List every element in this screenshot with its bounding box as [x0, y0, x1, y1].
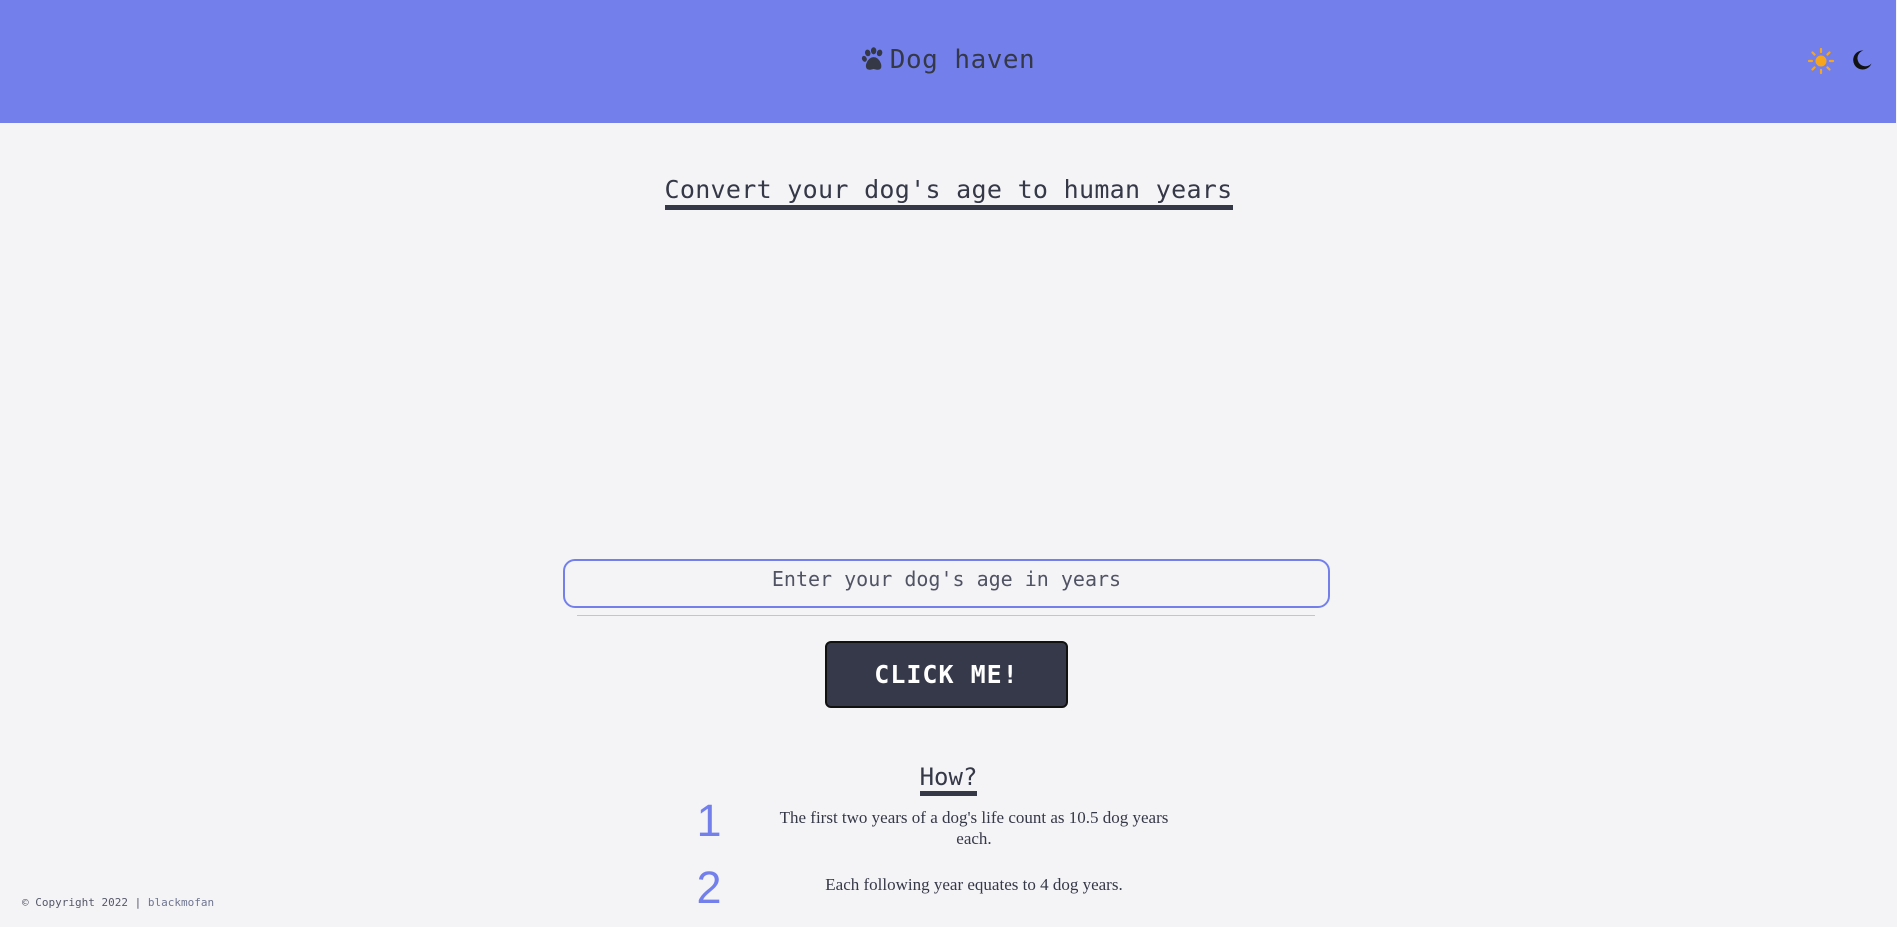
page-title-text: Convert your dog's age to human years — [664, 175, 1233, 210]
how-heading-text: How? — [919, 763, 978, 796]
copyright-text: © Copyright 2022 | — [22, 896, 142, 909]
step-number: 2 — [696, 862, 722, 913]
brand[interactable]: Dog haven — [0, 40, 1896, 80]
moon-icon[interactable] — [1851, 49, 1873, 71]
author-link[interactable]: blackmofan — [148, 896, 214, 909]
footer: © Copyright 2022 | blackmofan — [22, 896, 214, 909]
step-text: Each following year equates to 4 dog yea… — [825, 875, 1123, 894]
header: Dog haven — [0, 0, 1896, 123]
paw-icon — [861, 46, 883, 70]
step-text: The first two years of a dog's life coun… — [779, 808, 1169, 848]
how-heading: How? — [0, 763, 1897, 796]
click-me-button[interactable]: CLICK ME! — [825, 641, 1068, 708]
brand-title: Dog haven — [889, 45, 1036, 75]
page-title: Convert your dog's age to human years — [0, 175, 1897, 210]
step-number: 1 — [696, 795, 722, 846]
sun-icon[interactable] — [1807, 47, 1835, 75]
input-divider — [577, 615, 1315, 616]
dog-age-input[interactable] — [563, 559, 1330, 608]
